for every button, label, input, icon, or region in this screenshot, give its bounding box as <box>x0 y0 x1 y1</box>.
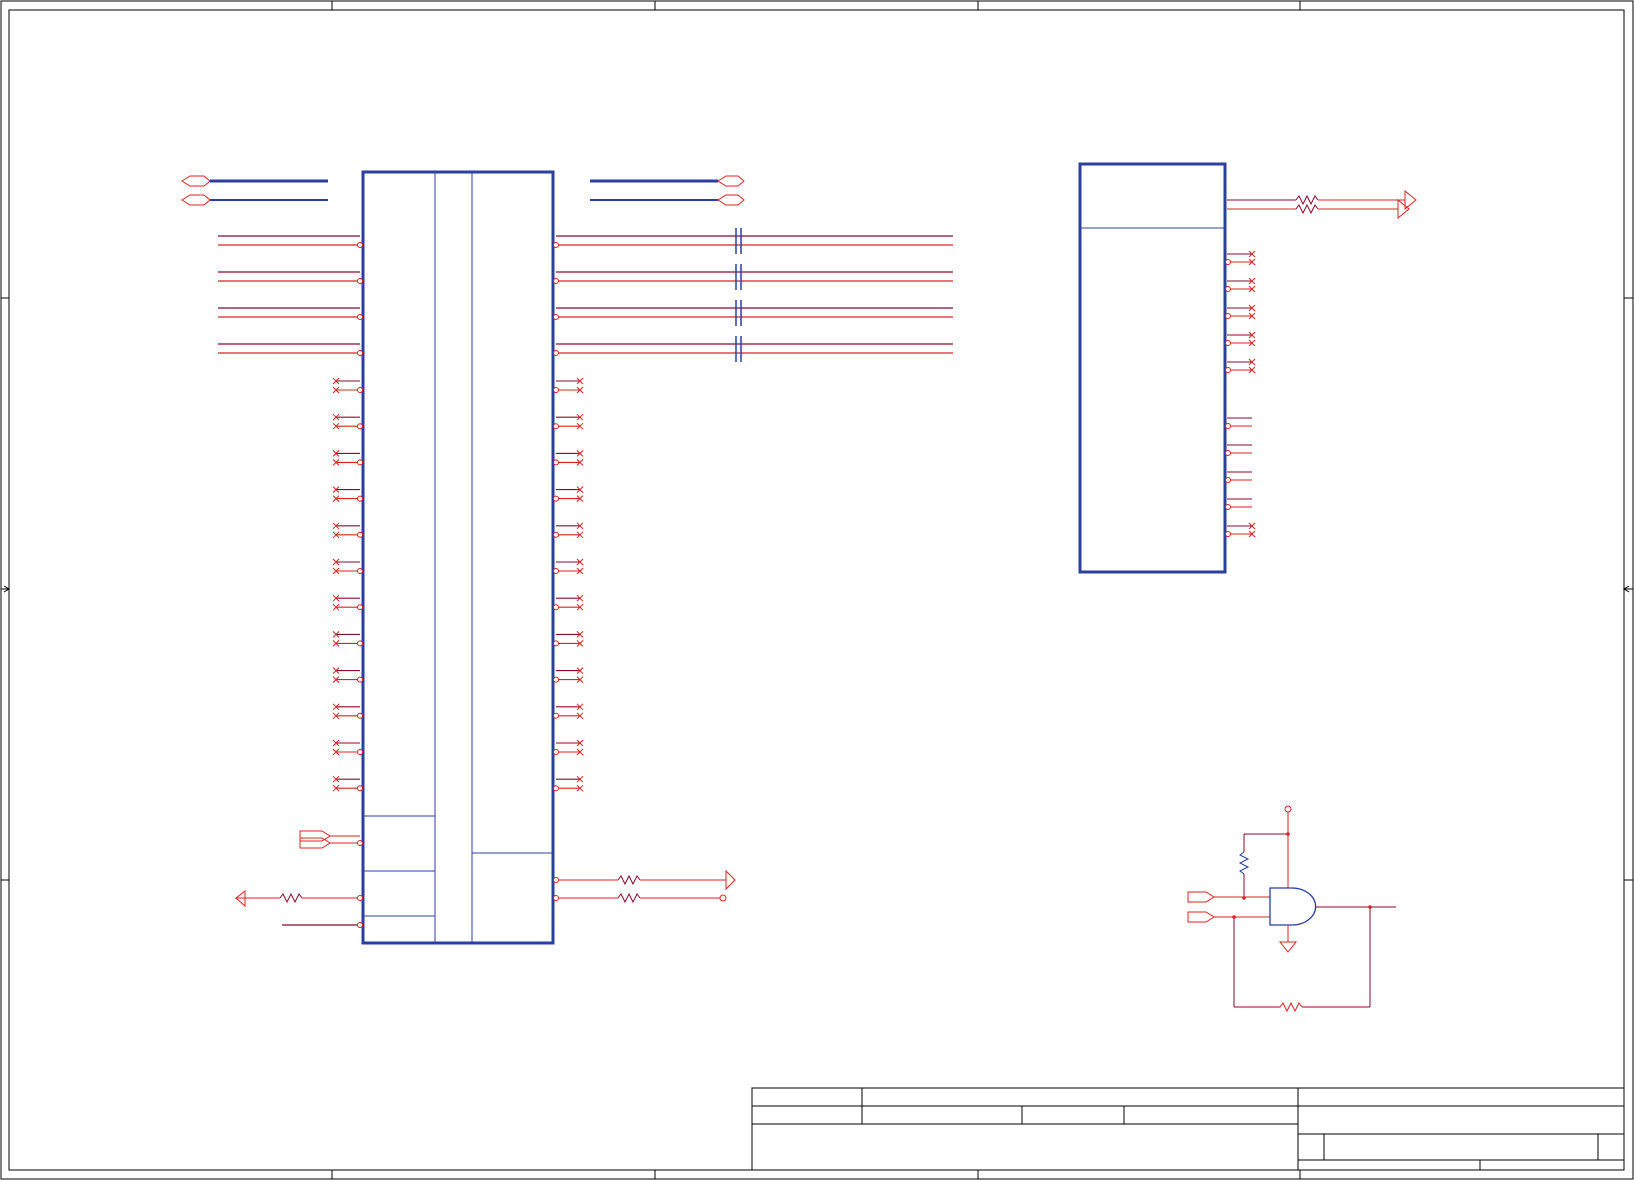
no-connect-pin-pair <box>332 667 363 683</box>
no-connect-pin-pair <box>553 558 584 575</box>
secondary-ic-output <box>1227 189 1417 220</box>
no-connect-pin-pair <box>1225 471 1252 483</box>
no-connect-pin-pair <box>332 377 363 394</box>
no-connect-pin-pair <box>553 594 584 611</box>
frame-center-arrow-left-icon <box>1 585 10 593</box>
no-connect-pin-pair <box>553 377 584 394</box>
no-connect-pin-pair <box>1225 522 1256 538</box>
arrow-port-icon <box>1404 189 1417 211</box>
no-connect-pin-pair <box>553 413 584 430</box>
no-connect-pin-pair <box>553 775 584 792</box>
input-port-pair <box>299 830 363 849</box>
no-connect-pin-pair <box>1225 304 1256 320</box>
main-connector-ic <box>361 170 555 945</box>
resistor-icon <box>1238 851 1250 875</box>
no-connect-pin-pair <box>332 703 363 720</box>
resistor-to-left-arrow <box>234 889 363 908</box>
no-connect-pin-pair <box>332 558 363 575</box>
pin-markers-diff <box>357 242 559 356</box>
resistor-icon <box>617 874 641 886</box>
no-connect-pins-secondary <box>1225 250 1256 538</box>
no-connect-pin-pair <box>332 594 363 611</box>
input-port-icon <box>1187 911 1215 923</box>
arrow-port-icon <box>725 869 736 891</box>
no-connect-pin-pair <box>332 522 363 539</box>
drawing-frame <box>0 0 1634 1180</box>
no-connect-pin-pair <box>1225 250 1256 266</box>
resistor-icon <box>279 892 303 904</box>
resistor-icon <box>1279 1001 1303 1013</box>
schematic-canvas <box>0 0 1634 1180</box>
schematic-sheet <box>0 0 1634 1180</box>
no-connect-pin-pair <box>553 450 584 466</box>
no-connect-pin-pair <box>1225 498 1252 510</box>
diff-pairs-left <box>218 235 360 354</box>
resistor-icon <box>1295 194 1319 206</box>
no-connect-pins-right <box>553 377 584 792</box>
no-connect-pin-pair <box>553 667 584 683</box>
secondary-ic <box>1078 162 1227 574</box>
title-block <box>751 1087 1625 1171</box>
no-connect-pin-pair <box>553 522 584 539</box>
no-connect-pin-pair <box>332 450 363 466</box>
diff-pairs-right <box>556 235 953 354</box>
no-connect-pin-pair <box>1225 444 1252 456</box>
no-connect-pin-pair <box>332 631 363 647</box>
arrow-port-icon <box>1397 198 1410 220</box>
no-connect-pin-pair <box>332 775 363 792</box>
bus-port-right-1 <box>590 175 745 187</box>
ground-icon <box>1278 941 1298 953</box>
no-connect-pin-pair <box>332 486 363 502</box>
no-connect-pin-pair <box>1225 358 1256 374</box>
and-gate <box>1269 887 1317 926</box>
bus-port-left-1 <box>181 175 328 187</box>
no-connect-pin-pair <box>553 739 584 756</box>
no-connect-pin-pair <box>332 413 363 430</box>
power-pin-icon <box>1284 805 1292 813</box>
no-connect-pin-pair <box>1225 277 1256 293</box>
bus-port-left-2 <box>181 194 328 206</box>
bottom-left-net <box>282 922 363 928</box>
frame-center-arrow-right-icon <box>1623 585 1633 593</box>
no-connect-pin-pair <box>1225 331 1256 347</box>
no-connect-pins-left <box>332 377 363 792</box>
output-resistors-right <box>553 869 736 904</box>
no-connect-pin-pair <box>1225 417 1252 429</box>
no-connect-pin-pair <box>332 739 363 756</box>
no-connect-pin-pair <box>553 486 584 502</box>
bus-port-right-2 <box>590 194 745 206</box>
resistor-icon <box>1295 203 1319 215</box>
and-gate-circuit <box>1187 805 1396 1013</box>
no-connect-pin-pair <box>553 631 584 647</box>
no-connect-pin-pair <box>553 703 584 720</box>
resistor-icon <box>617 892 641 904</box>
capacitor-icon <box>735 228 742 362</box>
input-port-icon <box>1187 891 1215 903</box>
